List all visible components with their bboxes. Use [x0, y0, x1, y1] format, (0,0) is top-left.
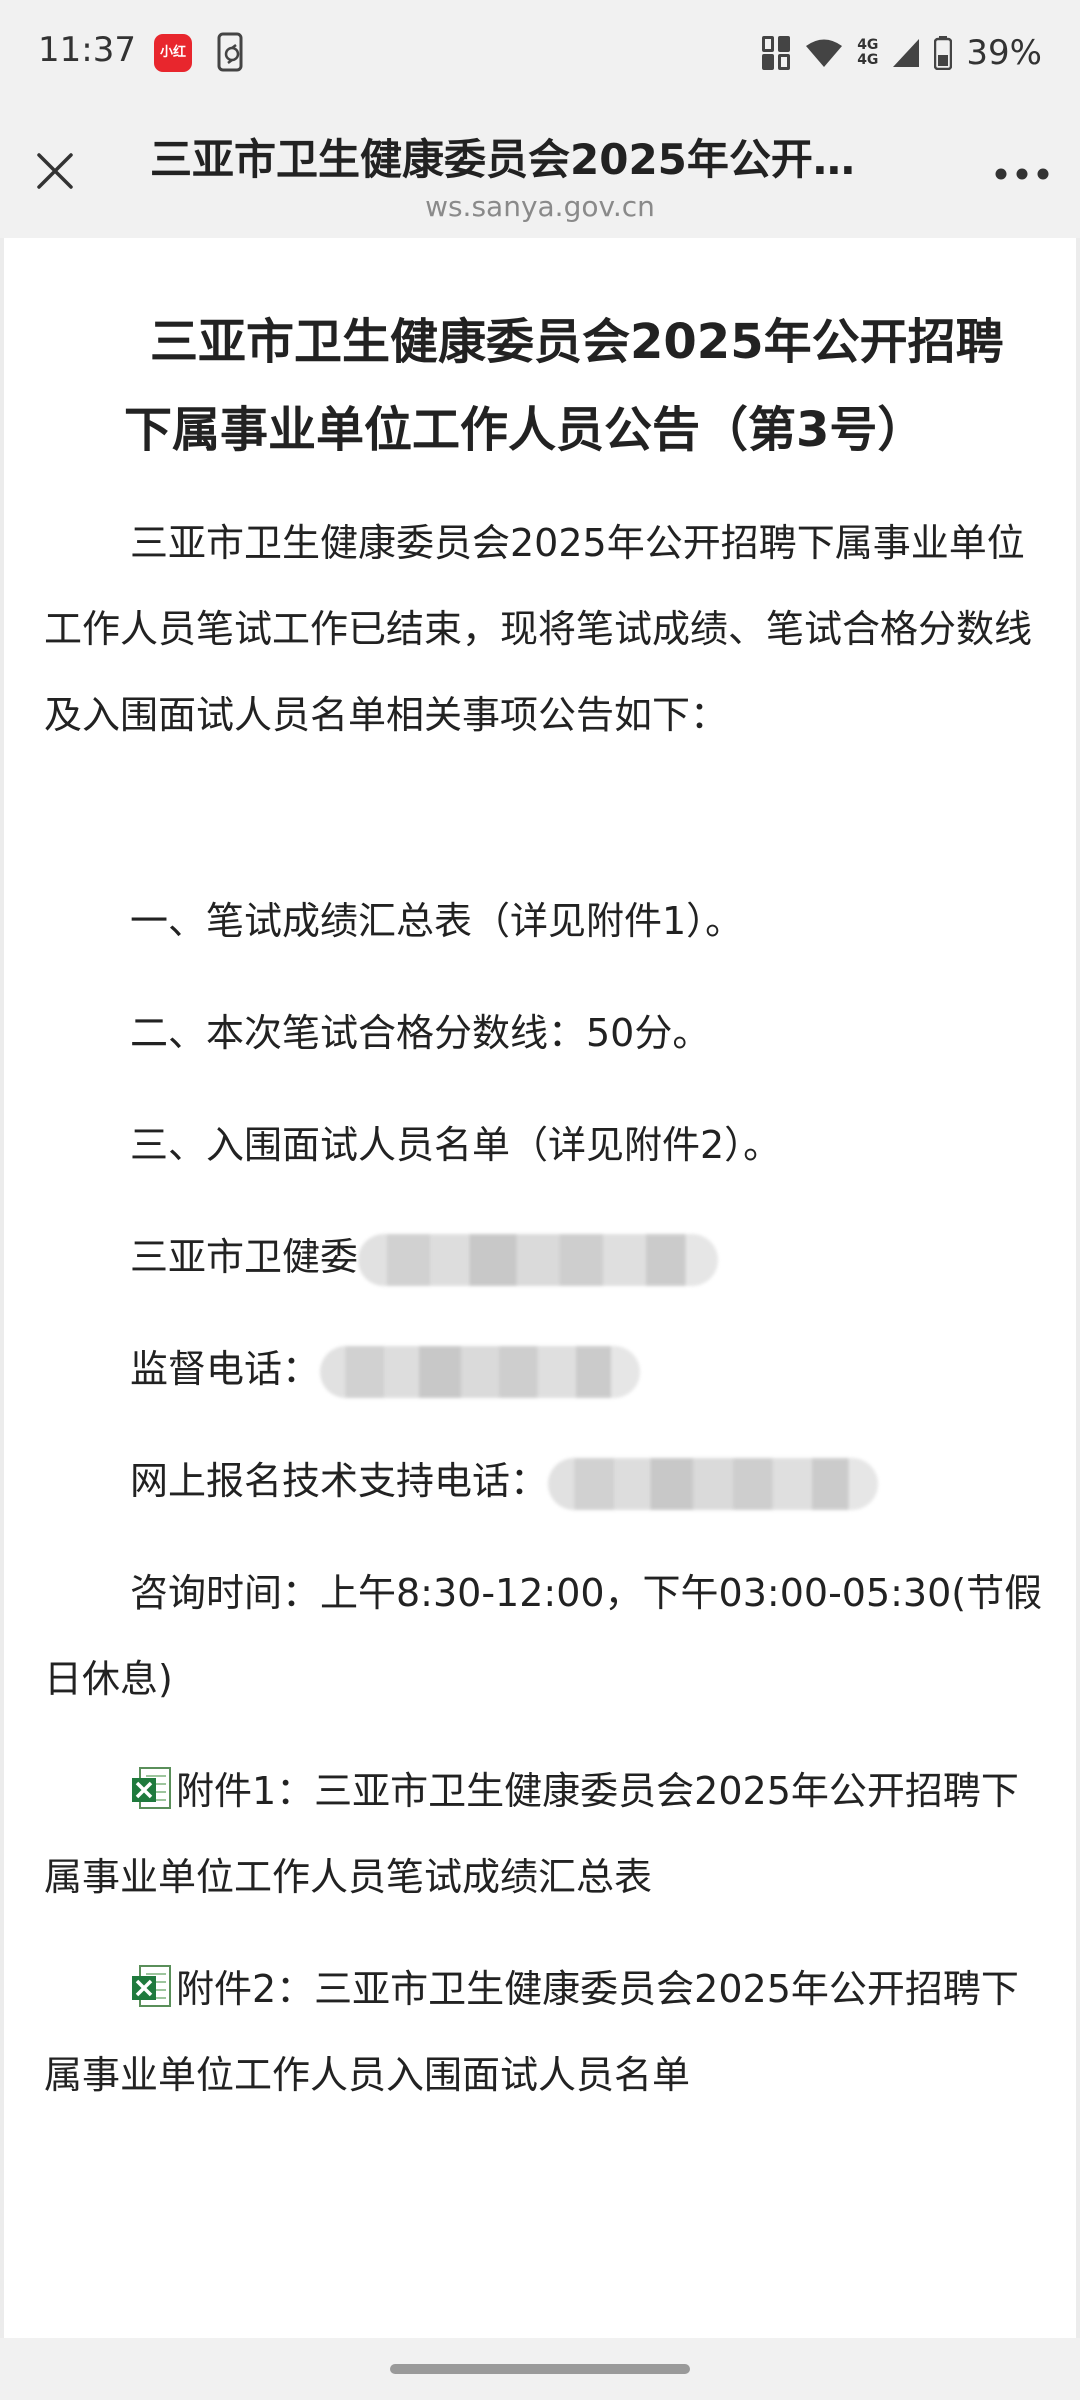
consult-hours: 咨询时间：上午8:30-12:00，下午03:00-05:30(节假日休息)	[44, 1571, 1043, 1701]
article-content: 三亚市卫生健康委员会2025年公开招聘下属事业单位工作人员公告（第3号） 三亚市…	[0, 238, 1080, 2338]
attachment-1-label: 附件1：三亚市卫生健康委员会2025年公开招聘下属事业单位工作人员笔试成绩汇总表	[44, 1769, 1019, 1899]
network-type-label: 4G 4G	[857, 38, 878, 68]
notice-item-2: 二、本次笔试合格分数线：50分。	[130, 1011, 711, 1055]
contact-line-2: 监督电话：	[44, 1326, 1044, 1412]
page-title: 三亚市卫生健康委员会2025年公开…	[150, 135, 855, 184]
page-domain: ws.sanya.gov.cn	[425, 190, 655, 223]
contact-label-1: 三亚市卫健委	[130, 1235, 359, 1279]
attachment-2-link[interactable]: 附件2：三亚市卫生健康委员会2025年公开招聘下属事业单位工作人员入围面试人员名…	[44, 1946, 1044, 2118]
contact-label-2: 监督电话：	[130, 1347, 321, 1391]
more-icon	[995, 168, 1049, 180]
notice-item-3: 三、入围面试人员名单（详见附件2）。	[130, 1123, 782, 1167]
contact-line-3: 网上报名技术支持电话：	[44, 1438, 1044, 1524]
attachment-2-label: 附件2：三亚市卫生健康委员会2025年公开招聘下属事业单位工作人员入围面试人员名…	[44, 1967, 1019, 2097]
redacted-phone-2	[320, 1345, 641, 1398]
attachment-1-link[interactable]: 附件1：三亚市卫生健康委员会2025年公开招聘下属事业单位工作人员笔试成绩汇总表	[44, 1748, 1044, 1920]
notification-app-icon: 小红书	[154, 34, 192, 72]
redacted-phone-1	[358, 1233, 719, 1286]
nfc-icon	[762, 36, 791, 70]
battery-percentage: 39%	[966, 33, 1042, 73]
network-type-bottom: 4G	[857, 52, 879, 68]
excel-file-icon	[132, 1965, 171, 2007]
article-title: 三亚市卫生健康委员会2025年公开招聘下属事业单位工作人员公告（第3号）	[124, 314, 1004, 458]
status-indicators: 4G 4G 39%	[761, 30, 1042, 76]
wifi-icon	[806, 39, 843, 67]
contact-label-3: 网上报名技术支持电话：	[130, 1459, 549, 1503]
gesture-navigation-bar	[0, 2338, 1080, 2400]
network-type-top: 4G	[857, 37, 879, 53]
phone-sync-icon	[217, 32, 243, 72]
close-icon	[37, 153, 73, 189]
cellular-signal-icon	[893, 39, 920, 67]
status-bar: 11:37 小红书 4G 4G 39%	[0, 0, 1080, 106]
excel-file-icon	[132, 1767, 171, 1809]
browser-title-bar: 三亚市卫生健康委员会2025年公开… ws.sanya.gov.cn	[0, 106, 1080, 238]
redacted-phone-3	[548, 1457, 879, 1510]
status-time: 11:37	[38, 30, 136, 70]
contact-line-1: 三亚市卫健委	[44, 1214, 1044, 1300]
article-intro: 三亚市卫生健康委员会2025年公开招聘下属事业单位工作人员笔试工作已结束，现将笔…	[44, 521, 1033, 737]
battery-icon	[934, 36, 953, 70]
home-gesture-handle[interactable]	[390, 2364, 690, 2374]
notice-item-1: 一、笔试成绩汇总表（详见附件1）。	[130, 899, 744, 943]
more-options-button[interactable]	[990, 150, 1054, 198]
